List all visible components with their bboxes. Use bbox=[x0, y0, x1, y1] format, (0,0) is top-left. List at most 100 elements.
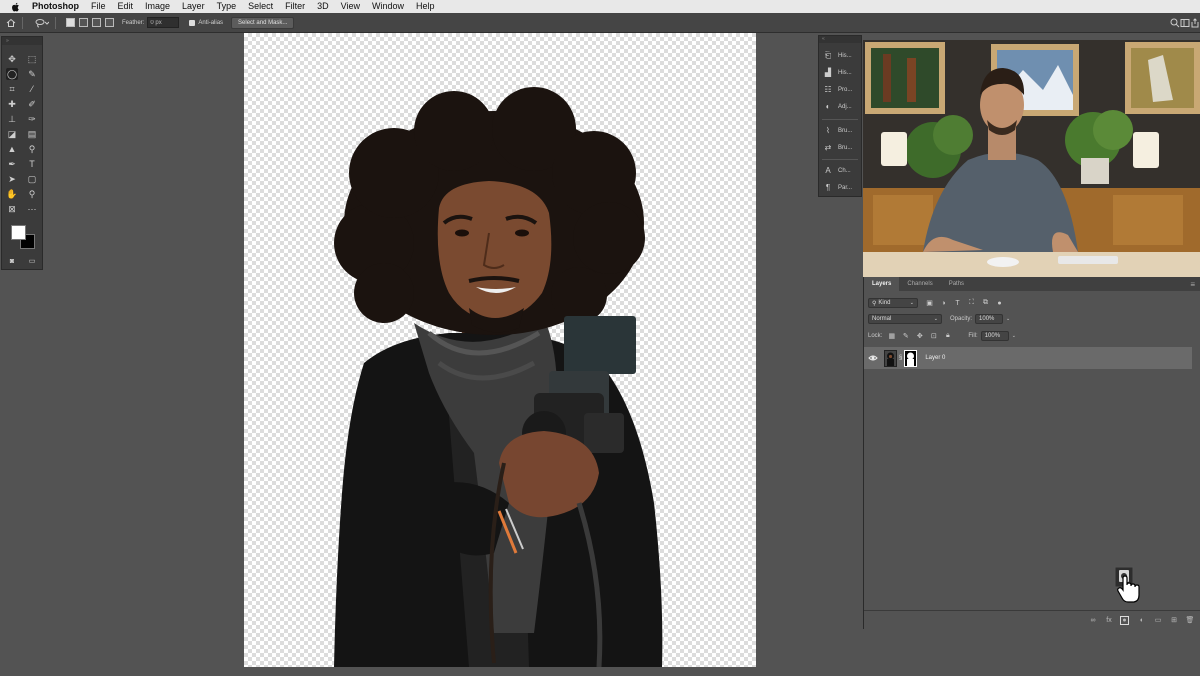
menu-3d[interactable]: 3D bbox=[317, 0, 329, 13]
layer-mask-thumbnail[interactable] bbox=[904, 349, 918, 367]
type-tool-icon[interactable]: T bbox=[26, 158, 38, 170]
dock-brushes[interactable]: ⌇ Bru... bbox=[823, 126, 852, 135]
quick-select-tool-icon[interactable]: ✎ bbox=[26, 68, 38, 80]
antialias-checkbox[interactable] bbox=[189, 19, 196, 26]
menu-type[interactable]: Type bbox=[217, 0, 237, 13]
opacity-input[interactable]: 100% bbox=[975, 314, 1004, 324]
tab-channels[interactable]: Channels bbox=[899, 277, 940, 291]
menu-help[interactable]: Help bbox=[416, 0, 435, 13]
move-tool-icon[interactable]: ✥ bbox=[6, 53, 18, 65]
screen-mode-icon[interactable]: ▭ bbox=[26, 255, 38, 267]
document-canvas[interactable] bbox=[244, 33, 756, 667]
dock-label: Pro... bbox=[838, 86, 853, 93]
eraser-tool-icon[interactable]: ◪ bbox=[6, 128, 18, 140]
workspace-icon[interactable] bbox=[1180, 18, 1190, 28]
dock-history[interactable]: ⎗ His... bbox=[823, 51, 852, 60]
fill-input[interactable]: 100% bbox=[980, 331, 1009, 341]
dock-character[interactable]: A Ch... bbox=[823, 166, 850, 175]
panel-menu-icon[interactable]: ≡ bbox=[1190, 277, 1195, 291]
layer-style-fx-icon[interactable]: fx bbox=[1104, 615, 1114, 625]
lock-position-icon[interactable]: ✥ bbox=[916, 333, 923, 340]
more-tools-icon[interactable]: ⋯ bbox=[26, 203, 38, 215]
eyedropper-tool-icon[interactable]: ⁄ bbox=[26, 83, 38, 95]
lock-all-icon[interactable]: 🔒︎ bbox=[944, 332, 951, 340]
share-icon[interactable] bbox=[1190, 17, 1200, 28]
apple-icon[interactable] bbox=[10, 2, 22, 12]
lock-artboard-icon[interactable]: ⊡ bbox=[930, 333, 937, 340]
chevron-down-icon[interactable]: ⌄ bbox=[1012, 333, 1016, 339]
lock-transparent-icon[interactable]: ▦ bbox=[888, 333, 896, 340]
path-select-icon[interactable]: ➤ bbox=[6, 173, 18, 185]
blur-tool-icon[interactable]: ▲ bbox=[6, 143, 18, 155]
menu-bar: Photoshop File Edit Image Layer Type Sel… bbox=[0, 0, 1200, 13]
history-icon: ⎗ bbox=[824, 50, 832, 60]
panel-grip[interactable]: » bbox=[2, 37, 42, 45]
tab-paths[interactable]: Paths bbox=[941, 277, 972, 291]
menu-layer[interactable]: Layer bbox=[182, 0, 205, 13]
dock-paragraph[interactable]: ¶ Par... bbox=[823, 183, 852, 192]
chevron-down-icon[interactable]: ⌄ bbox=[1006, 316, 1010, 322]
add-selection-icon[interactable] bbox=[79, 18, 88, 27]
dodge-tool-icon[interactable]: ⚲ bbox=[26, 143, 38, 155]
menu-view[interactable]: View bbox=[341, 0, 360, 13]
menu-image[interactable]: Image bbox=[145, 0, 170, 13]
filter-type-icon[interactable]: T bbox=[954, 300, 961, 307]
select-and-mask-button[interactable]: Select and Mask... bbox=[231, 16, 295, 29]
filter-smart-object-icon[interactable]: ⧉ bbox=[982, 299, 989, 307]
lasso-tool-icon[interactable] bbox=[35, 18, 49, 28]
pen-tool-icon[interactable]: ✒ bbox=[6, 158, 18, 170]
delete-layer-icon[interactable]: 🗑︎ bbox=[1185, 615, 1195, 625]
link-chain-icon[interactable]: § bbox=[899, 355, 902, 361]
feather-label: Feather: bbox=[122, 19, 145, 26]
menu-filter[interactable]: Filter bbox=[285, 0, 305, 13]
home-icon[interactable] bbox=[6, 18, 16, 28]
link-layers-icon[interactable]: ∞ bbox=[1088, 615, 1098, 625]
tab-layers[interactable]: Layers bbox=[864, 277, 900, 291]
lock-image-icon[interactable]: ✎ bbox=[902, 333, 909, 340]
eye-visibility-icon[interactable] bbox=[868, 354, 878, 362]
zoom-tool-icon[interactable]: ⚲ bbox=[26, 188, 38, 200]
lock-label: Lock: bbox=[868, 333, 883, 339]
menu-select[interactable]: Select bbox=[248, 0, 273, 13]
frame-tool-icon[interactable]: ⊠ bbox=[6, 203, 18, 215]
shape-tool-icon[interactable]: ▢ bbox=[26, 173, 38, 185]
foreground-color-swatch[interactable] bbox=[11, 225, 26, 240]
intersect-selection-icon[interactable] bbox=[105, 18, 114, 27]
layer-name[interactable]: Layer 0 bbox=[925, 355, 945, 361]
panel-grip[interactable]: « bbox=[819, 36, 861, 43]
brush-tool-icon[interactable]: ✐ bbox=[26, 98, 38, 110]
menu-edit[interactable]: Edit bbox=[118, 0, 134, 13]
filter-pixel-icon[interactable]: ▣ bbox=[926, 300, 933, 307]
kind-filter-select[interactable]: ⚲ Kind ⌄ bbox=[868, 298, 918, 308]
new-group-icon[interactable]: ▭ bbox=[1153, 615, 1163, 625]
subtract-selection-icon[interactable] bbox=[92, 18, 101, 27]
feather-input[interactable] bbox=[147, 17, 180, 28]
add-mask-icon[interactable]: ● bbox=[1120, 615, 1129, 625]
filter-shape-icon[interactable]: ⛶ bbox=[968, 299, 975, 307]
menu-window[interactable]: Window bbox=[372, 0, 404, 13]
dock-adjustments[interactable]: ◐ Adj... bbox=[823, 102, 852, 111]
gradient-tool-icon[interactable]: ▤ bbox=[26, 128, 38, 140]
lasso-tool-icon[interactable]: ◯ bbox=[6, 68, 18, 80]
menu-file[interactable]: File bbox=[91, 0, 106, 13]
clone-stamp-icon[interactable]: ⊥ bbox=[6, 113, 18, 125]
blend-mode-select[interactable]: Normal ⌄ bbox=[868, 314, 942, 324]
new-layer-icon[interactable]: ⊞ bbox=[1169, 615, 1179, 625]
filter-adjustment-icon[interactable]: ◑ bbox=[940, 300, 947, 307]
dock-histogram[interactable]: ▟ His... bbox=[823, 68, 852, 77]
marquee-tool-icon[interactable]: ⬚ bbox=[26, 53, 38, 65]
quick-mask-icon[interactable]: ◙ bbox=[6, 255, 18, 267]
dock-brush-settings[interactable]: ⇄ Bru... bbox=[823, 143, 853, 152]
new-selection-icon[interactable] bbox=[66, 18, 75, 27]
layer-row-layer-0[interactable]: § Layer 0 bbox=[864, 347, 1192, 369]
layer-thumbnail[interactable] bbox=[884, 349, 897, 367]
filter-toggle-icon[interactable]: ● bbox=[996, 300, 1003, 307]
menu-app-name[interactable]: Photoshop bbox=[32, 0, 79, 13]
history-brush-icon[interactable]: ✑ bbox=[26, 113, 38, 125]
healing-brush-icon[interactable]: ✚ bbox=[6, 98, 18, 110]
adjustment-layer-icon[interactable]: ◐ bbox=[1137, 615, 1147, 625]
dock-properties[interactable]: ☷ Pro... bbox=[823, 85, 852, 94]
search-icon[interactable] bbox=[1170, 18, 1180, 28]
crop-tool-icon[interactable]: ⌗ bbox=[6, 83, 18, 95]
hand-tool-icon[interactable]: ✋ bbox=[6, 188, 18, 200]
